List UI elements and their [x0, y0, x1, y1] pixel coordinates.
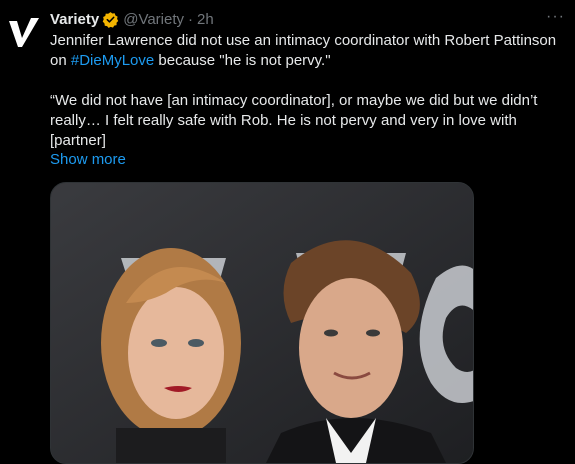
avatar[interactable]: [4, 12, 44, 52]
photo-illustration: [51, 183, 473, 463]
separator-dot: ·: [188, 10, 194, 28]
variety-logo-icon: [9, 18, 39, 47]
tweet-header: Variety @Variety · 2h: [50, 9, 563, 29]
show-more-link[interactable]: Show more: [50, 151, 126, 168]
verified-badge-icon: [102, 11, 119, 28]
tweet-media-photo[interactable]: [50, 182, 474, 464]
hashtag-link[interactable]: #DieMyLove: [71, 52, 154, 69]
tweet-text: Jennifer Lawrence did not use an intimac…: [50, 31, 565, 151]
more-options-icon[interactable]: ···: [546, 8, 565, 26]
tweet-text-part2: because "he is not pervy.": [154, 52, 331, 69]
tweet-quote: “We did not have [an intimacy coordinato…: [50, 92, 538, 149]
tweet-timestamp[interactable]: 2h: [197, 11, 214, 28]
tweet[interactable]: Variety @Variety · 2h ··· Jennifer Lawre…: [0, 0, 575, 464]
account-handle[interactable]: @Variety: [123, 11, 184, 28]
account-name[interactable]: Variety: [50, 11, 99, 28]
tweet-headline: Jennifer Lawrence did not use an intimac…: [50, 31, 565, 71]
